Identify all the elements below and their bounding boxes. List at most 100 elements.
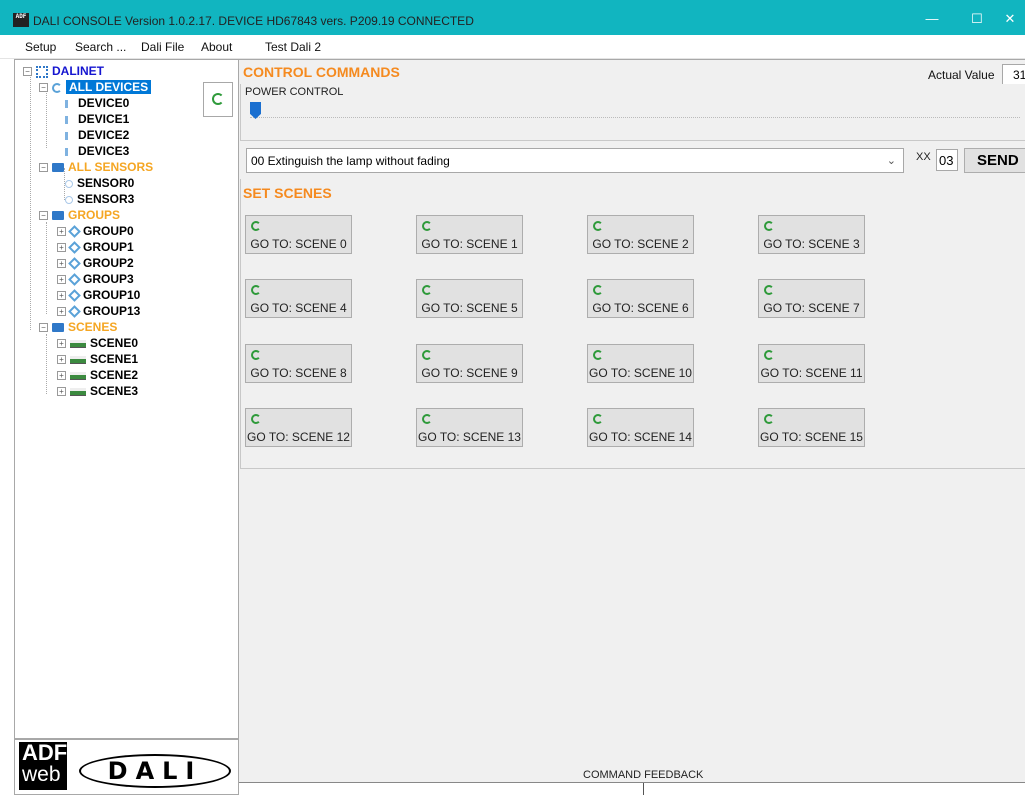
tree-groups[interactable]: − GROUPS <box>39 207 120 223</box>
scene-button-13[interactable]: GO TO: SCENE 13 <box>416 408 523 447</box>
collapse-icon[interactable]: − <box>39 211 48 221</box>
tree-sensor[interactable]: SENSOR3 <box>57 191 134 207</box>
scene-button-0[interactable]: GO TO: SCENE 0 <box>245 215 352 254</box>
tree-scenes[interactable]: − SCENES <box>39 319 117 335</box>
network-tree: − DALINET − ALL DEVICES DEVICE0 DEVICE1 DE… <box>14 59 239 739</box>
tree-device[interactable]: DEVICE3 <box>57 143 129 159</box>
tree-sensor[interactable]: SENSOR0 <box>57 175 134 191</box>
scene-button-15[interactable]: GO TO: SCENE 15 <box>758 408 865 447</box>
tree-group[interactable]: + GROUP0 <box>57 223 134 239</box>
menu-setup[interactable]: Setup <box>25 40 56 54</box>
expand-icon[interactable]: + <box>57 243 66 253</box>
refresh-icon <box>593 413 603 427</box>
group-icon <box>68 273 81 287</box>
device-icon <box>65 99 68 108</box>
command-select[interactable]: 00 Extinguish the lamp without fading ⌄ <box>246 148 904 173</box>
refresh-icon <box>251 284 261 298</box>
scene-icon <box>70 339 86 348</box>
tree-group[interactable]: + GROUP13 <box>57 303 140 319</box>
power-slider-track[interactable] <box>250 117 1020 121</box>
expand-icon[interactable]: + <box>57 227 66 237</box>
refresh-icon <box>422 284 432 298</box>
maximize-button[interactable]: ☐ <box>962 8 992 30</box>
scene-button-label: GO TO: SCENE 5 <box>421 301 518 315</box>
expand-icon[interactable]: + <box>57 355 66 365</box>
collapse-icon[interactable]: − <box>23 67 32 77</box>
scene-button-9[interactable]: GO TO: SCENE 9 <box>416 344 523 383</box>
group-icon <box>68 257 81 271</box>
scene-button-10[interactable]: GO TO: SCENE 10 <box>587 344 694 383</box>
tree-group[interactable]: + GROUP10 <box>57 287 140 303</box>
scene-button-3[interactable]: GO TO: SCENE 3 <box>758 215 865 254</box>
actual-value-field: 31 <box>1002 64 1025 85</box>
group-icon <box>68 305 81 319</box>
power-control-label: POWER CONTROL <box>245 86 344 98</box>
actual-value-label: Actual Value <box>928 68 995 82</box>
scene-button-5[interactable]: GO TO: SCENE 5 <box>416 279 523 318</box>
tree-all-sensors[interactable]: − ALL SENSORS <box>39 159 153 175</box>
menu-about[interactable]: About <box>201 40 232 54</box>
device-icon <box>65 131 68 140</box>
tree-device[interactable]: DEVICE2 <box>57 127 129 143</box>
refresh-icon <box>212 93 224 105</box>
command-feedback-bar <box>239 782 1025 795</box>
power-control-box: POWER CONTROL <box>240 84 1025 141</box>
tree-group[interactable]: + GROUP1 <box>57 239 134 255</box>
scene-button-label: GO TO: SCENE 2 <box>592 237 689 251</box>
refresh-icon <box>764 413 774 427</box>
expand-icon[interactable]: + <box>57 371 66 381</box>
refresh-icon <box>764 284 774 298</box>
collapse-icon[interactable]: − <box>39 163 48 173</box>
scene-button-8[interactable]: GO TO: SCENE 8 <box>245 344 352 383</box>
expand-icon[interactable]: + <box>57 387 66 397</box>
tree-scene[interactable]: + SCENE1 <box>57 351 138 367</box>
main-panel: CONTROL COMMANDS Actual Value 31 POWER C… <box>239 59 1025 795</box>
menu-bar: Setup Search ... Dali File About Test Da… <box>0 35 1025 59</box>
scene-icon <box>70 355 86 364</box>
scene-button-14[interactable]: GO TO: SCENE 14 <box>587 408 694 447</box>
refresh-icon <box>251 413 261 427</box>
expand-icon[interactable]: + <box>57 291 66 301</box>
refresh-icon <box>422 413 432 427</box>
refresh-tree-button[interactable] <box>203 82 233 117</box>
send-button[interactable]: SEND <box>964 148 1025 173</box>
scene-button-11[interactable]: GO TO: SCENE 11 <box>758 344 865 383</box>
expand-icon[interactable]: + <box>57 275 66 285</box>
scene-button-label: GO TO: SCENE 4 <box>250 301 347 315</box>
menu-project[interactable]: Test Dali 2 <box>265 40 321 54</box>
menu-dali-file[interactable]: Dali File <box>141 40 184 54</box>
tree-scene[interactable]: + SCENE2 <box>57 367 138 383</box>
xx-input[interactable]: 03 <box>936 149 958 171</box>
scene-button-6[interactable]: GO TO: SCENE 6 <box>587 279 694 318</box>
expand-icon[interactable]: + <box>57 259 66 269</box>
chevron-down-icon[interactable]: ⌄ <box>887 154 896 167</box>
tree-all-devices[interactable]: − ALL DEVICES <box>39 79 152 95</box>
tree-device[interactable]: DEVICE1 <box>57 111 129 127</box>
scene-button-12[interactable]: GO TO: SCENE 12 <box>245 408 352 447</box>
title-bar: ADF DALI CONSOLE Version 1.0.2.17. DEVIC… <box>0 0 1025 35</box>
collapse-icon[interactable]: − <box>39 83 48 93</box>
tree-group[interactable]: + GROUP2 <box>57 255 134 271</box>
minimize-button[interactable]: — <box>917 8 947 30</box>
close-button[interactable]: ✕ <box>995 8 1025 30</box>
app-icon-text: ADF <box>15 13 27 20</box>
refresh-icon <box>764 349 774 363</box>
scene-button-7[interactable]: GO TO: SCENE 7 <box>758 279 865 318</box>
tree-group[interactable]: + GROUP3 <box>57 271 134 287</box>
feedback-divider <box>643 783 644 795</box>
scene-button-2[interactable]: GO TO: SCENE 2 <box>587 215 694 254</box>
collapse-icon[interactable]: − <box>39 323 48 333</box>
scene-button-1[interactable]: GO TO: SCENE 1 <box>416 215 523 254</box>
expand-icon[interactable]: + <box>57 339 66 349</box>
tree-device[interactable]: DEVICE0 <box>57 95 129 111</box>
tree-scene[interactable]: + SCENE0 <box>57 335 138 351</box>
refresh-icon <box>593 284 603 298</box>
app-icon: ADF <box>13 13 29 27</box>
expand-icon[interactable]: + <box>57 307 66 317</box>
scene-button-4[interactable]: GO TO: SCENE 4 <box>245 279 352 318</box>
tree-scene[interactable]: + SCENE3 <box>57 383 138 399</box>
scene-button-label: GO TO: SCENE 8 <box>250 366 347 380</box>
tree-root[interactable]: − DALINET <box>23 63 104 79</box>
group-icon <box>68 225 81 239</box>
menu-search[interactable]: Search ... <box>75 40 126 54</box>
